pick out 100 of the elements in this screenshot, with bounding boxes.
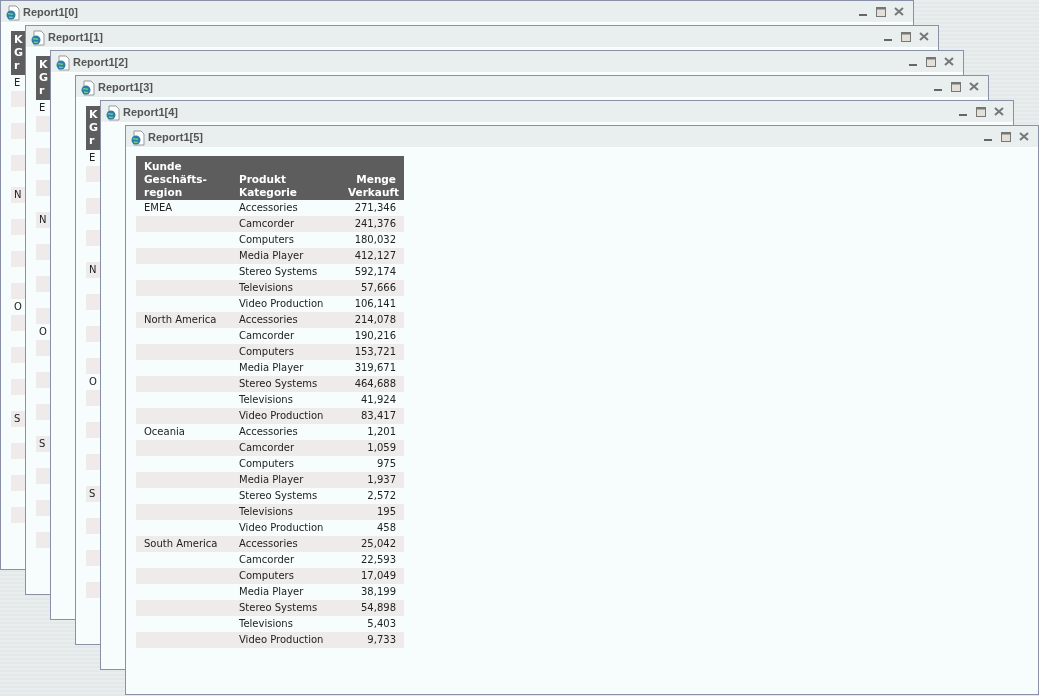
table-cell: 17,049 [361, 570, 396, 581]
table-row [86, 582, 100, 598]
table-cell: Camcorder [239, 218, 294, 229]
table-cell: 1,201 [367, 426, 396, 437]
table-cell: 25,042 [361, 538, 396, 549]
maximize-icon[interactable] [1001, 131, 1011, 142]
table-cell: Media Player [239, 474, 304, 485]
table-cell: North America [144, 314, 217, 325]
table-row [86, 230, 100, 246]
table-cell: 464,688 [354, 378, 396, 389]
column-header: Menge Verkauft [340, 156, 404, 200]
table-row [11, 251, 25, 267]
maximize-icon[interactable] [976, 106, 986, 117]
maximize-icon[interactable] [951, 81, 961, 92]
table-cell: 180,032 [354, 234, 396, 245]
table-row [86, 518, 100, 534]
close-icon[interactable] [1019, 132, 1029, 141]
table-cell: Video Production [239, 522, 324, 533]
table-cell: O [89, 376, 97, 387]
table-header: K G r [86, 106, 100, 150]
table-row [11, 155, 25, 171]
table-cell: Accessories [239, 314, 298, 325]
table-cell: Computers [239, 570, 294, 581]
table-cell: 22,593 [361, 554, 396, 565]
table-row [11, 91, 25, 107]
table-row [11, 507, 25, 523]
table-row [86, 326, 100, 342]
table-cell: E [39, 102, 46, 113]
table-cell: S [89, 488, 96, 499]
table-cell: S [14, 413, 21, 424]
table-cell: Oceania [144, 426, 185, 437]
table-cell: 38,199 [361, 586, 396, 597]
table-row [86, 294, 100, 310]
table-cell: 54,898 [361, 602, 396, 613]
table-cell: S [39, 438, 46, 449]
table-row [36, 404, 50, 420]
close-icon[interactable] [994, 107, 1004, 116]
table-cell: Computers [239, 458, 294, 469]
column-header: Kunde Geschäfts-region [136, 156, 231, 200]
table-cell: Televisions [239, 394, 293, 405]
table-row [11, 315, 25, 331]
maximize-icon[interactable] [876, 6, 886, 17]
table-cell: Camcorder [239, 442, 294, 453]
table-row [36, 532, 50, 548]
table-row [36, 148, 50, 164]
table-cell: EMEA [144, 202, 173, 213]
table-cell: N [39, 214, 47, 225]
table-row [11, 443, 25, 459]
table-cell: 412,127 [354, 250, 396, 261]
table-row [36, 276, 50, 292]
table-row [11, 123, 25, 139]
table-cell: Accessories [239, 202, 298, 213]
table-cell: Televisions [239, 506, 293, 517]
table-header: K G r [11, 31, 25, 75]
maximize-icon[interactable] [901, 31, 911, 42]
table-cell: 458 [376, 522, 396, 533]
table-cell: 195 [376, 506, 396, 517]
close-icon[interactable] [919, 32, 929, 41]
table-cell: Televisions [239, 282, 293, 293]
table-cell: Stereo Systems [239, 266, 318, 277]
maximize-icon[interactable] [926, 56, 936, 67]
table-cell: E [89, 152, 96, 163]
table-cell: Stereo Systems [239, 490, 318, 501]
table-cell: 5,403 [367, 618, 396, 629]
table-cell: 57,666 [361, 282, 396, 293]
table-cell: N [89, 264, 97, 275]
table-cell: 9,733 [367, 634, 396, 645]
table-cell: 271,346 [354, 202, 396, 213]
close-icon[interactable] [969, 82, 979, 91]
table-row [36, 180, 50, 196]
window-title: Report1[5] [148, 130, 203, 143]
table-row [86, 358, 100, 374]
table-cell: Stereo Systems [239, 602, 318, 613]
table-cell: Video Production [239, 634, 324, 645]
close-icon[interactable] [894, 7, 904, 16]
table-cell: 214,078 [354, 314, 396, 325]
table-cell: 106,141 [354, 298, 396, 309]
table-cell: E [14, 77, 21, 88]
table-cell: N [14, 189, 22, 200]
table-row [36, 308, 50, 324]
table-row [36, 340, 50, 356]
table-row [11, 475, 25, 491]
table-cell: 41,924 [361, 394, 396, 405]
window-title: Report1[2] [73, 55, 128, 68]
table-row [11, 219, 25, 235]
table-cell: 241,376 [354, 218, 396, 229]
close-icon[interactable] [944, 57, 954, 66]
table-cell: 592,174 [354, 266, 396, 277]
column-header: Produkt Kategorie [231, 156, 340, 200]
table-row [86, 198, 100, 214]
table-row [11, 379, 25, 395]
table-cell: Camcorder [239, 330, 294, 341]
table-row [11, 283, 25, 299]
window-title: Report1[0] [23, 5, 78, 18]
table-cell: 319,671 [354, 362, 396, 373]
table-cell: 1,059 [367, 442, 396, 453]
table-row [36, 372, 50, 388]
table-row [36, 244, 50, 260]
table-cell: O [39, 326, 47, 337]
table-cell: Computers [239, 346, 294, 357]
